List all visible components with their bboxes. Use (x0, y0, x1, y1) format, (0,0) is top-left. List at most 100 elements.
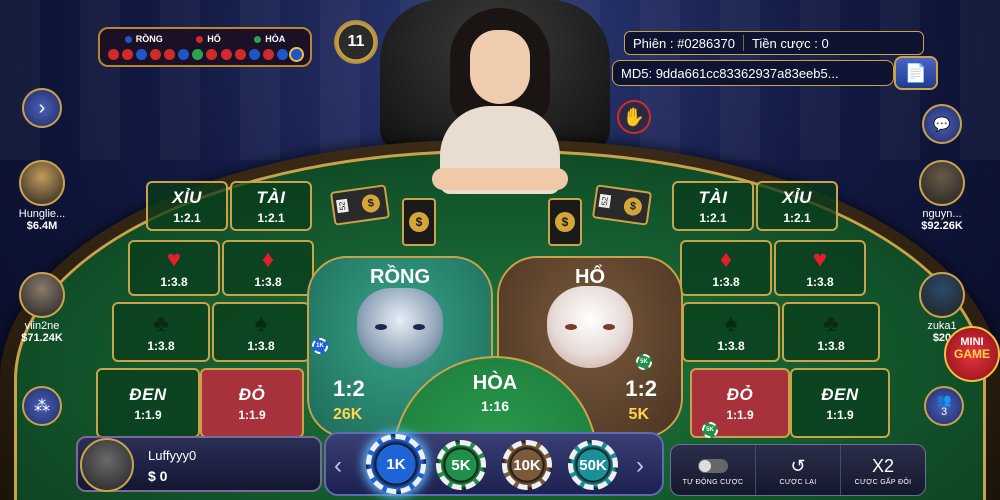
bet-left-tai[interactable]: TÀI 1:2.1 (230, 181, 312, 231)
club-icon: ♣ (823, 309, 839, 337)
bet-odds: 1:2.1 (257, 210, 285, 225)
chip-label: 50K (579, 456, 607, 474)
chip-10k[interactable]: 10K (502, 440, 552, 490)
player-amount: $92.26K (921, 220, 963, 232)
placed-chip-ho: 5K (636, 354, 652, 370)
result-history[interactable]: RỒNG HỔ HÒA (98, 27, 312, 67)
history-result-dot (276, 49, 288, 60)
undo-icon: ↺ (790, 455, 806, 476)
bet-right-diamond[interactable]: ♦ 1:3.8 (680, 240, 772, 296)
phien-value: #0286370 (677, 35, 735, 51)
auto-bet-toggle[interactable]: TỰ ĐỘNG CƯỢC (671, 445, 756, 495)
rebet-button[interactable]: ↺ CƯỢC LẠI (756, 445, 841, 495)
bet-left-do[interactable]: ĐỎ 1:1.9 (200, 368, 304, 438)
bet-odds: 1:3.8 (712, 274, 740, 289)
blue-dot-icon (124, 36, 132, 44)
bet-label: ĐEN (821, 384, 859, 404)
tiger-eye (565, 324, 577, 330)
chip-label: 5K (451, 456, 471, 474)
chip-label: 1K (386, 455, 406, 473)
shoe-count: 52 (336, 198, 349, 214)
bet-right-tai[interactable]: TÀI 1:2.1 (672, 181, 754, 231)
avatar (19, 160, 65, 206)
bet-odds: 1:3.8 (817, 338, 845, 353)
phien-label: Phiên : (633, 35, 674, 51)
round-timer-value: 11 (347, 33, 365, 50)
player-seat-left-1[interactable]: Hunglie... $6.4M (6, 160, 78, 232)
chip-50k[interactable]: 50K (568, 440, 618, 490)
zone-odds: 1:16 (480, 398, 510, 414)
history-result-dot (220, 49, 232, 60)
bet-label: TÀI (698, 187, 728, 207)
dragon-icon (357, 288, 443, 368)
no-touch-icon[interactable]: ✋ (617, 100, 651, 134)
mini-game-label: GAME (954, 347, 990, 361)
divider (742, 35, 744, 51)
online-players-button[interactable]: 👥 3 (924, 386, 964, 426)
menu-expand-button[interactable]: › (22, 88, 62, 128)
session-info: Phiên : #0286370 Tiền cược : 0 (624, 31, 924, 55)
md5-panel: MD5: 9dda661cc83362937a83eeb5... (612, 60, 894, 86)
chip-label: 1K (316, 343, 324, 349)
dragon-card: $ (402, 198, 436, 246)
history-result-dot (136, 49, 148, 60)
bet-right-den[interactable]: ĐEN 1:1.9 (790, 368, 890, 438)
bet-odds: 1:1.9 (238, 407, 266, 422)
tien-cuoc-value: 0 (821, 35, 829, 51)
zone-odds: 1:2 (333, 376, 365, 401)
md5-value: 9dda661cc83362937a83eeb5... (655, 65, 839, 81)
player-amount: $71.24K (21, 332, 63, 344)
bet-left-xiu[interactable]: XỈU 1:2.1 (146, 181, 228, 231)
bet-left-den[interactable]: ĐEN 1:1.9 (96, 368, 200, 438)
player-name: viin2ne (24, 320, 60, 332)
copy-icon: 📄 (904, 62, 928, 83)
chip-5k[interactable]: 5K (436, 440, 486, 490)
bet-odds: 1:3.8 (147, 338, 175, 353)
chat-icon: 💬 (933, 115, 951, 132)
player-seat-left-2[interactable]: viin2ne $71.24K (6, 272, 78, 344)
history-result-dot (108, 49, 119, 60)
bet-left-club[interactable]: ♣ 1:3.8 (112, 302, 210, 362)
double-bet-button[interactable]: X2 CƯỢC GẤP ĐÔI (841, 445, 925, 495)
users-icon: 👥 (936, 393, 952, 407)
dragon-eye (375, 324, 387, 330)
current-user-panel[interactable]: Luffyyy0 $ 0 (76, 436, 322, 492)
bet-left-heart[interactable]: ♥ 1:3.8 (128, 240, 220, 296)
bet-odds: 1:3.8 (247, 338, 275, 353)
bet-left-spade[interactable]: ♠ 1:3.8 (212, 302, 310, 362)
avatar (919, 160, 965, 206)
zone-title: HÒA (472, 372, 518, 394)
copy-md5-button[interactable]: 📄 (894, 56, 938, 90)
bet-right-xiu[interactable]: XỈU 1:2.1 (756, 181, 838, 231)
green-dot-icon (254, 36, 262, 44)
card-logo-icon: $ (360, 193, 382, 214)
chip-1k[interactable]: 1K (366, 434, 426, 494)
auto-bet-label: TỰ ĐỘNG CƯỢC (682, 478, 744, 486)
legend-hoa: HÒA (254, 34, 285, 44)
game-stage: RỒNG HỔ HÒA 11 Phiên : #0286370 Tiền cượ… (0, 0, 1000, 500)
player-seat-right-1[interactable]: nguyn... $92.26K (906, 160, 978, 232)
placed-chip-rong: 1K (312, 338, 328, 354)
chat-button[interactable]: 💬 (922, 104, 962, 144)
user-name: Luffyyy0 (148, 448, 197, 463)
history-result-dot (150, 49, 162, 60)
zone-bet-amount: 5K (628, 406, 649, 423)
bet-right-spade[interactable]: ♠ 1:3.8 (682, 302, 780, 362)
history-result-dot (234, 49, 246, 60)
diamond-icon: ♦ (719, 245, 733, 273)
bet-left-diamond[interactable]: ♦ 1:3.8 (222, 240, 314, 296)
shoe-count: 52 (598, 193, 612, 209)
legend-rong-label: RỒNG (135, 34, 163, 44)
bet-right-heart[interactable]: ♥ 1:3.8 (774, 240, 866, 296)
road-map-button[interactable]: ⁂ (22, 386, 62, 426)
bet-right-club[interactable]: ♣ 1:3.8 (782, 302, 880, 362)
dealer-face (470, 30, 530, 104)
chevron-left-icon[interactable]: ‹ (334, 452, 342, 480)
bet-controls: TỰ ĐỘNG CƯỢC ↺ CƯỢC LẠI X2 CƯỢC GẤP ĐÔI (670, 444, 926, 496)
heart-icon: ♥ (812, 245, 828, 273)
bet-odds: 1:1.9 (826, 407, 854, 422)
chevron-right-icon[interactable]: › (636, 452, 644, 480)
mini-game-button[interactable]: MINI GAME (944, 326, 1000, 382)
bet-odds: 1:2.1 (699, 210, 727, 225)
bet-odds: 1:3.8 (254, 274, 282, 289)
